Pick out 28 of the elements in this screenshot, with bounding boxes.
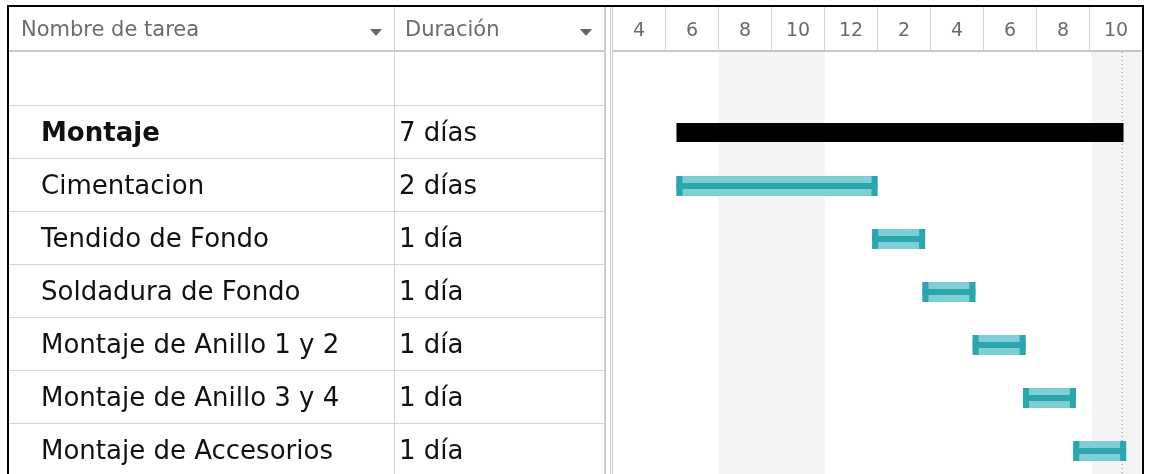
task-name-cell: Tendido de Fondo bbox=[9, 212, 395, 265]
timescale-label: 2 bbox=[878, 7, 931, 50]
task-name-cell: Montaje de Anillo 1 y 2 bbox=[9, 318, 395, 371]
pane-splitter[interactable] bbox=[605, 7, 613, 474]
task-bar[interactable] bbox=[676, 176, 878, 196]
timescale-label: 6 bbox=[984, 7, 1037, 50]
timescale-label: 8 bbox=[1037, 7, 1090, 50]
timescale-label: 10 bbox=[772, 7, 825, 50]
task-name-cell: Montaje de Anillo 3 y 4 bbox=[9, 371, 395, 424]
task-bar[interactable] bbox=[1023, 388, 1076, 408]
timescale-label: 12 bbox=[825, 7, 878, 50]
column-header[interactable]: Nombre de tarea bbox=[9, 7, 395, 52]
caret-icon[interactable] bbox=[370, 29, 382, 36]
timescale-label: 10 bbox=[1102, 16, 1130, 42]
summary-bar[interactable] bbox=[676, 123, 1124, 142]
task-bar[interactable] bbox=[1073, 441, 1127, 461]
task-bar[interactable] bbox=[972, 335, 1026, 355]
task-bar[interactable] bbox=[872, 229, 926, 249]
task-name-cell: Montaje de Accesorios bbox=[9, 424, 395, 474]
timescale-label: 6 bbox=[666, 7, 719, 50]
timescale-label: 4 bbox=[613, 7, 666, 50]
timescale-label: 8 bbox=[719, 7, 772, 50]
task-bar[interactable] bbox=[922, 282, 976, 302]
task-name-cell: Soldadura de Fondo bbox=[9, 265, 395, 318]
timescale-label: 4 bbox=[931, 7, 984, 50]
task-name-cell: Montaje bbox=[9, 106, 395, 159]
caret-icon[interactable] bbox=[580, 29, 592, 36]
task-name-cell: Cimentacion bbox=[9, 159, 395, 212]
